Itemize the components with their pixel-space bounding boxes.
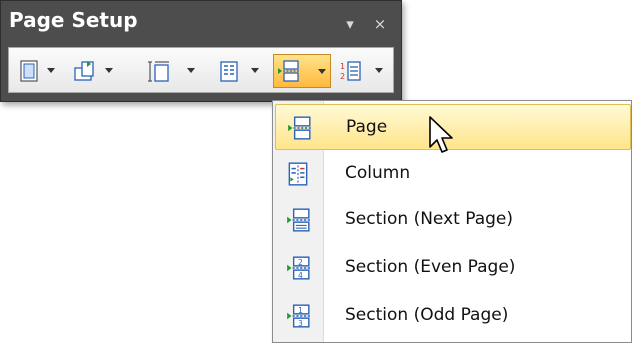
chevron-down-icon: [47, 68, 55, 73]
margins-button[interactable]: [15, 57, 61, 85]
menu-item-label: Section (Next Page): [345, 209, 513, 229]
size-button[interactable]: [145, 57, 201, 85]
orientation-icon: [74, 61, 94, 81]
close-button[interactable]: ×: [371, 15, 389, 33]
svg-text:2: 2: [340, 72, 345, 81]
orientation-button[interactable]: [71, 57, 121, 85]
columns-button[interactable]: [215, 57, 265, 85]
section-odd-page-icon: 1 3: [287, 304, 310, 328]
title-bar[interactable]: Page Setup ▾ ×: [1, 1, 401, 43]
columns-icon: [220, 61, 238, 82]
menu-item-section-next-page[interactable]: Section (Next Page): [275, 197, 631, 243]
svg-text:1: 1: [340, 62, 345, 71]
options-menu-button[interactable]: ▾: [341, 15, 359, 33]
page-setup-toolbar-window: Page Setup ▾ × 1 2: [0, 0, 402, 102]
menu-item-label: Section (Odd Page): [345, 305, 509, 325]
window-title: Page Setup: [9, 8, 138, 32]
page-setup-toolbar: 1 2: [8, 47, 394, 93]
menu-item-section-even-page[interactable]: 2 4 Section (Even Page): [275, 245, 631, 291]
section-even-page-icon: 2 4: [287, 256, 310, 280]
chevron-down-icon: [375, 68, 383, 73]
size-icon: [148, 61, 169, 82]
breaks-button[interactable]: [273, 54, 331, 88]
column-break-icon: [288, 162, 308, 186]
section-next-page-icon: [287, 208, 310, 232]
svg-text:4: 4: [298, 271, 303, 280]
line-numbers-button[interactable]: 1 2: [337, 57, 389, 85]
chevron-down-icon: [187, 68, 195, 73]
breaks-icon: [278, 60, 299, 82]
svg-text:3: 3: [298, 319, 303, 328]
mouse-pointer-icon: [429, 116, 453, 153]
chevron-down-icon: [318, 69, 326, 74]
line-numbers-icon: 1 2: [340, 61, 361, 81]
margins-icon: [20, 60, 38, 82]
page-break-icon: [288, 116, 311, 140]
menu-item-section-odd-page[interactable]: 1 3 Section (Odd Page): [275, 293, 631, 339]
svg-text:1: 1: [298, 306, 303, 315]
menu-item-label: Column: [345, 163, 411, 183]
chevron-down-icon: [251, 68, 259, 73]
svg-text:2: 2: [298, 258, 303, 267]
menu-item-label: Section (Even Page): [345, 257, 516, 277]
menu-item-label: Page: [346, 117, 388, 137]
chevron-down-icon: [105, 68, 113, 73]
